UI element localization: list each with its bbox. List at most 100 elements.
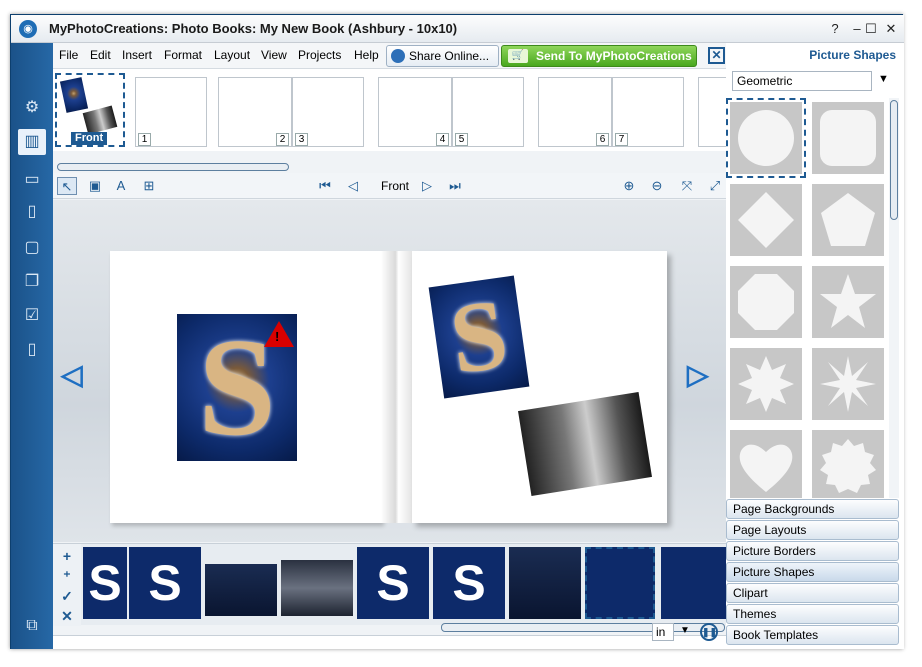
first-page-icon[interactable]: ⏮ xyxy=(315,177,335,195)
shape-grid-scrollbar[interactable] xyxy=(889,98,899,498)
section-picture-borders[interactable]: Picture Borders xyxy=(726,541,899,561)
copy-pages-icon[interactable]: ⧉ xyxy=(18,613,46,639)
section-picture-shapes[interactable]: Picture Shapes xyxy=(726,562,899,582)
previous-spread-arrow-icon[interactable]: ◁ xyxy=(61,358,83,391)
page-thumb-6[interactable]: 6 xyxy=(538,77,612,147)
page-thumb-4[interactable]: 4 xyxy=(378,77,452,147)
shape-star-5[interactable] xyxy=(812,266,884,338)
section-page-backgrounds[interactable]: Page Backgrounds xyxy=(726,499,899,519)
shape-category-select[interactable]: Geometric xyxy=(732,71,872,91)
cart-icon: 🛒 xyxy=(508,49,528,63)
help-button[interactable]: ? xyxy=(825,19,845,39)
menu-file[interactable]: File xyxy=(59,48,78,62)
last-page-icon[interactable]: ⏭ xyxy=(445,177,465,195)
page-number: 3 xyxy=(295,133,308,146)
single-page-icon[interactable]: ▢ xyxy=(18,235,46,261)
page-number: 7 xyxy=(615,133,628,146)
menu-projects[interactable]: Projects xyxy=(298,48,341,62)
page-thumb-2[interactable]: 2 xyxy=(218,77,292,147)
page-thumb-3[interactable]: 3 xyxy=(292,77,364,147)
add-frame-icon[interactable]: ⊞ xyxy=(139,177,159,195)
maximize-button[interactable]: ☐ xyxy=(861,19,881,39)
left-page[interactable]: S ! xyxy=(110,251,382,523)
menu-layout[interactable]: Layout xyxy=(214,48,250,62)
page-layout-icon[interactable]: ▯ xyxy=(18,199,46,225)
add-photo-icon[interactable]: ▣ xyxy=(85,177,105,195)
shape-star-8[interactable] xyxy=(730,348,802,420)
close-button[interactable]: ✕ xyxy=(881,19,901,39)
filmstrip-thumb[interactable] xyxy=(205,564,277,616)
zoom-in-icon[interactable]: ⊕ xyxy=(619,177,639,195)
send-to-button[interactable]: 🛒 Send To MyPhotoCreations xyxy=(501,45,697,67)
section-page-layouts[interactable]: Page Layouts xyxy=(726,520,899,540)
section-book-templates[interactable]: Book Templates xyxy=(726,625,899,645)
filmstrip-thumb[interactable] xyxy=(509,547,581,619)
menu-insert[interactable]: Insert xyxy=(122,48,152,62)
filmstrip-thumb[interactable] xyxy=(281,560,353,616)
photo-s-right[interactable]: S xyxy=(428,275,530,399)
photo-forest[interactable] xyxy=(518,391,652,497)
pause-icon[interactable]: ❚❚ xyxy=(700,623,718,641)
settings-gear-icon[interactable]: ⚙ xyxy=(18,95,46,121)
unit-chevron-down-icon[interactable]: ▼ xyxy=(680,625,690,636)
section-clipart[interactable]: Clipart xyxy=(726,583,899,603)
send-to-label: Send To MyPhotoCreations xyxy=(536,49,692,63)
page-thumb-8[interactable] xyxy=(698,77,726,147)
zoom-out-icon[interactable]: ⊖ xyxy=(647,177,667,195)
add-photos-icon[interactable]: + xyxy=(59,548,75,564)
filmstrip-thumb[interactable] xyxy=(661,547,726,619)
remove-photo-icon[interactable]: ✕ xyxy=(59,608,75,624)
shape-circle[interactable] xyxy=(726,98,806,178)
low-resolution-warning-icon[interactable]: ! xyxy=(264,321,294,347)
blank-page-icon[interactable]: ▯ xyxy=(18,337,46,363)
close-panel-icon[interactable]: ✕ xyxy=(708,47,725,64)
shape-scalloped[interactable] xyxy=(812,430,884,498)
current-page-label: Front xyxy=(381,179,410,193)
front-label: Front xyxy=(71,132,108,145)
chevron-down-icon[interactable]: ▼ xyxy=(878,73,889,85)
edit-toolbar: ↖ ▣ A ⊞ ⏮ ◁ Front ▷ ⏭ ⊕ ⊖ ⤧ ⤢ xyxy=(53,173,726,199)
shape-diamond[interactable] xyxy=(730,184,802,256)
section-themes[interactable]: Themes xyxy=(726,604,899,624)
book-view-icon[interactable]: ▥ xyxy=(18,129,46,155)
full-screen-icon[interactable]: ⤢ xyxy=(705,177,725,195)
menu-edit[interactable]: Edit xyxy=(90,48,111,62)
add-more-icon[interactable]: ⁺ xyxy=(59,568,75,584)
star-shape-icon xyxy=(820,274,876,328)
thumbnail-scrollbar[interactable] xyxy=(57,163,289,171)
add-text-icon[interactable]: A xyxy=(111,177,131,195)
menu-view[interactable]: View xyxy=(261,48,287,62)
page-thumb-7[interactable]: 7 xyxy=(612,77,684,147)
front-cover-thumbnail[interactable]: Front xyxy=(55,73,125,147)
fit-page-icon[interactable]: ⤧ xyxy=(677,177,697,195)
scrollbar-thumb[interactable] xyxy=(890,100,898,220)
filmstrip-thumb-selected[interactable] xyxy=(585,547,655,619)
page-background-icon[interactable]: ▭ xyxy=(18,167,46,193)
menu-help[interactable]: Help xyxy=(354,48,379,62)
page-thumb-1[interactable]: 1 xyxy=(135,77,207,147)
shape-pentagon[interactable] xyxy=(812,184,884,256)
filmstrip-thumb[interactable]: S xyxy=(83,547,127,619)
menu-format[interactable]: Format xyxy=(164,48,202,62)
filmstrip-thumb[interactable]: S xyxy=(433,547,505,619)
shape-heart[interactable] xyxy=(730,430,802,498)
select-arrow-icon[interactable]: ↖ xyxy=(57,177,77,195)
next-spread-arrow-icon[interactable]: ▷ xyxy=(687,358,709,391)
diamond-shape-icon xyxy=(738,192,794,248)
page-thumb-5[interactable]: 5 xyxy=(452,77,524,147)
right-page[interactable]: S xyxy=(412,251,667,523)
share-online-button[interactable]: Share Online... xyxy=(386,45,499,67)
filmstrip-thumb[interactable]: S xyxy=(357,547,429,619)
previous-page-icon[interactable]: ◁ xyxy=(343,177,363,195)
page-checks-icon[interactable]: ☑ xyxy=(18,303,46,329)
filmstrip-thumb[interactable]: S xyxy=(129,547,201,619)
stacked-pages-icon[interactable]: ❐ xyxy=(18,269,46,295)
heart-shape-icon xyxy=(739,444,793,492)
shape-star-burst[interactable] xyxy=(812,348,884,420)
shape-rounded-square[interactable] xyxy=(812,102,884,174)
next-page-icon[interactable]: ▷ xyxy=(417,177,437,195)
unit-select[interactable]: in xyxy=(652,623,674,641)
circle-shape-icon xyxy=(738,110,794,166)
shape-octagon[interactable] xyxy=(730,266,802,338)
check-used-icon[interactable]: ✓ xyxy=(59,588,75,604)
